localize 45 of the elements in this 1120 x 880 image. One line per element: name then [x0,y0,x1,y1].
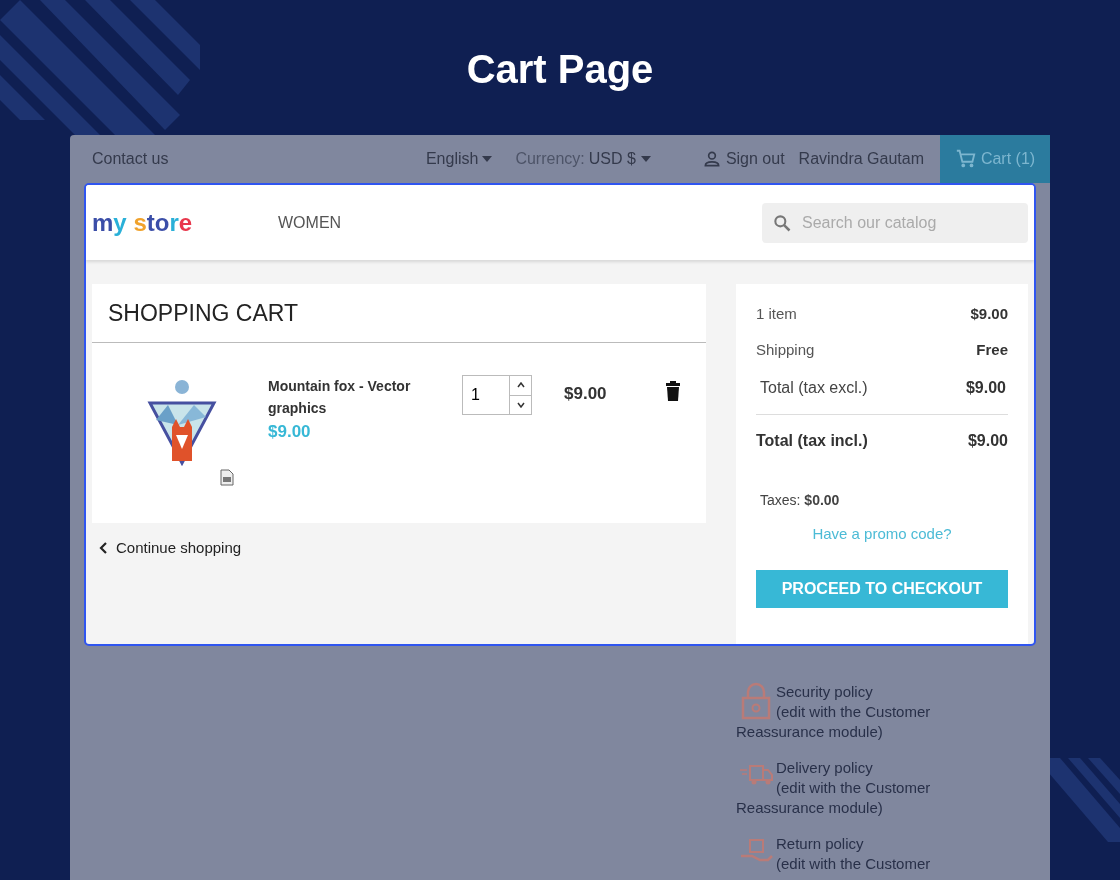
policy-description: (edit with the Customer [776,702,931,722]
policy-description: (edit with the Customer [776,854,931,874]
product-name[interactable]: Mountain fox - Vector graphics [268,375,438,419]
chevron-up-icon [516,382,525,389]
summary-label: Shipping [756,339,815,360]
policy-description: (edit with the Customer [776,778,931,798]
store-logo[interactable]: my store [92,204,278,241]
unit-price: $9.00 [268,421,312,443]
promo-code-link[interactable]: Have a promo code? [812,523,952,546]
file-icon [220,469,234,486]
caret-icon [639,155,652,163]
cart-heading: SHOPPING CART [108,298,298,328]
policy-title: Security policy [776,682,874,702]
policy-description: Reassurance module) [736,798,884,818]
line-total: $9.00 [564,383,607,403]
menu-link[interactable]: WOMEN [278,210,342,235]
summary-label: Total (tax excl.) [760,378,868,398]
summary-label: 1 item [756,303,797,324]
taxes-text: Taxes: $0.00 [760,491,841,510]
search-field[interactable]: Search our catalog [762,202,1028,243]
summary-value: $9.00 [967,431,1008,451]
policy-title: Delivery policy [776,758,874,778]
chevron-down-icon [516,401,525,408]
chevron-left-icon [98,542,110,555]
contact-link[interactable]: Contact us [92,147,169,171]
checkout-button[interactable]: PROCEED TO CHECKOUT [756,569,1008,608]
policy-description: Reassurance module) [736,722,884,742]
page-title: Cart Page [466,46,654,93]
summary-label: Total (tax incl.) [756,431,868,451]
padlock-icon [740,682,772,720]
search-input: Search our catalog [802,210,1002,235]
cart-button[interactable]: Cart (1) [940,135,1050,183]
language-dropdown[interactable]: English [425,147,494,171]
summary-value: $9.00 [965,378,1007,398]
summary-value: Free [976,339,1008,360]
cart-icon [954,148,977,170]
user-name: Ravindra Gautam [798,149,924,169]
continue-link[interactable]: Continue shopping [98,537,706,560]
search-icon [772,212,792,233]
trash-icon[interactable] [664,381,681,401]
policy-title: Return policy [776,834,865,854]
sign-out-link[interactable]: Sign out [725,147,785,171]
caret-icon [481,155,494,163]
quantity-field[interactable]: 1 [462,375,532,415]
summary-value: $9.00 [970,303,1008,324]
